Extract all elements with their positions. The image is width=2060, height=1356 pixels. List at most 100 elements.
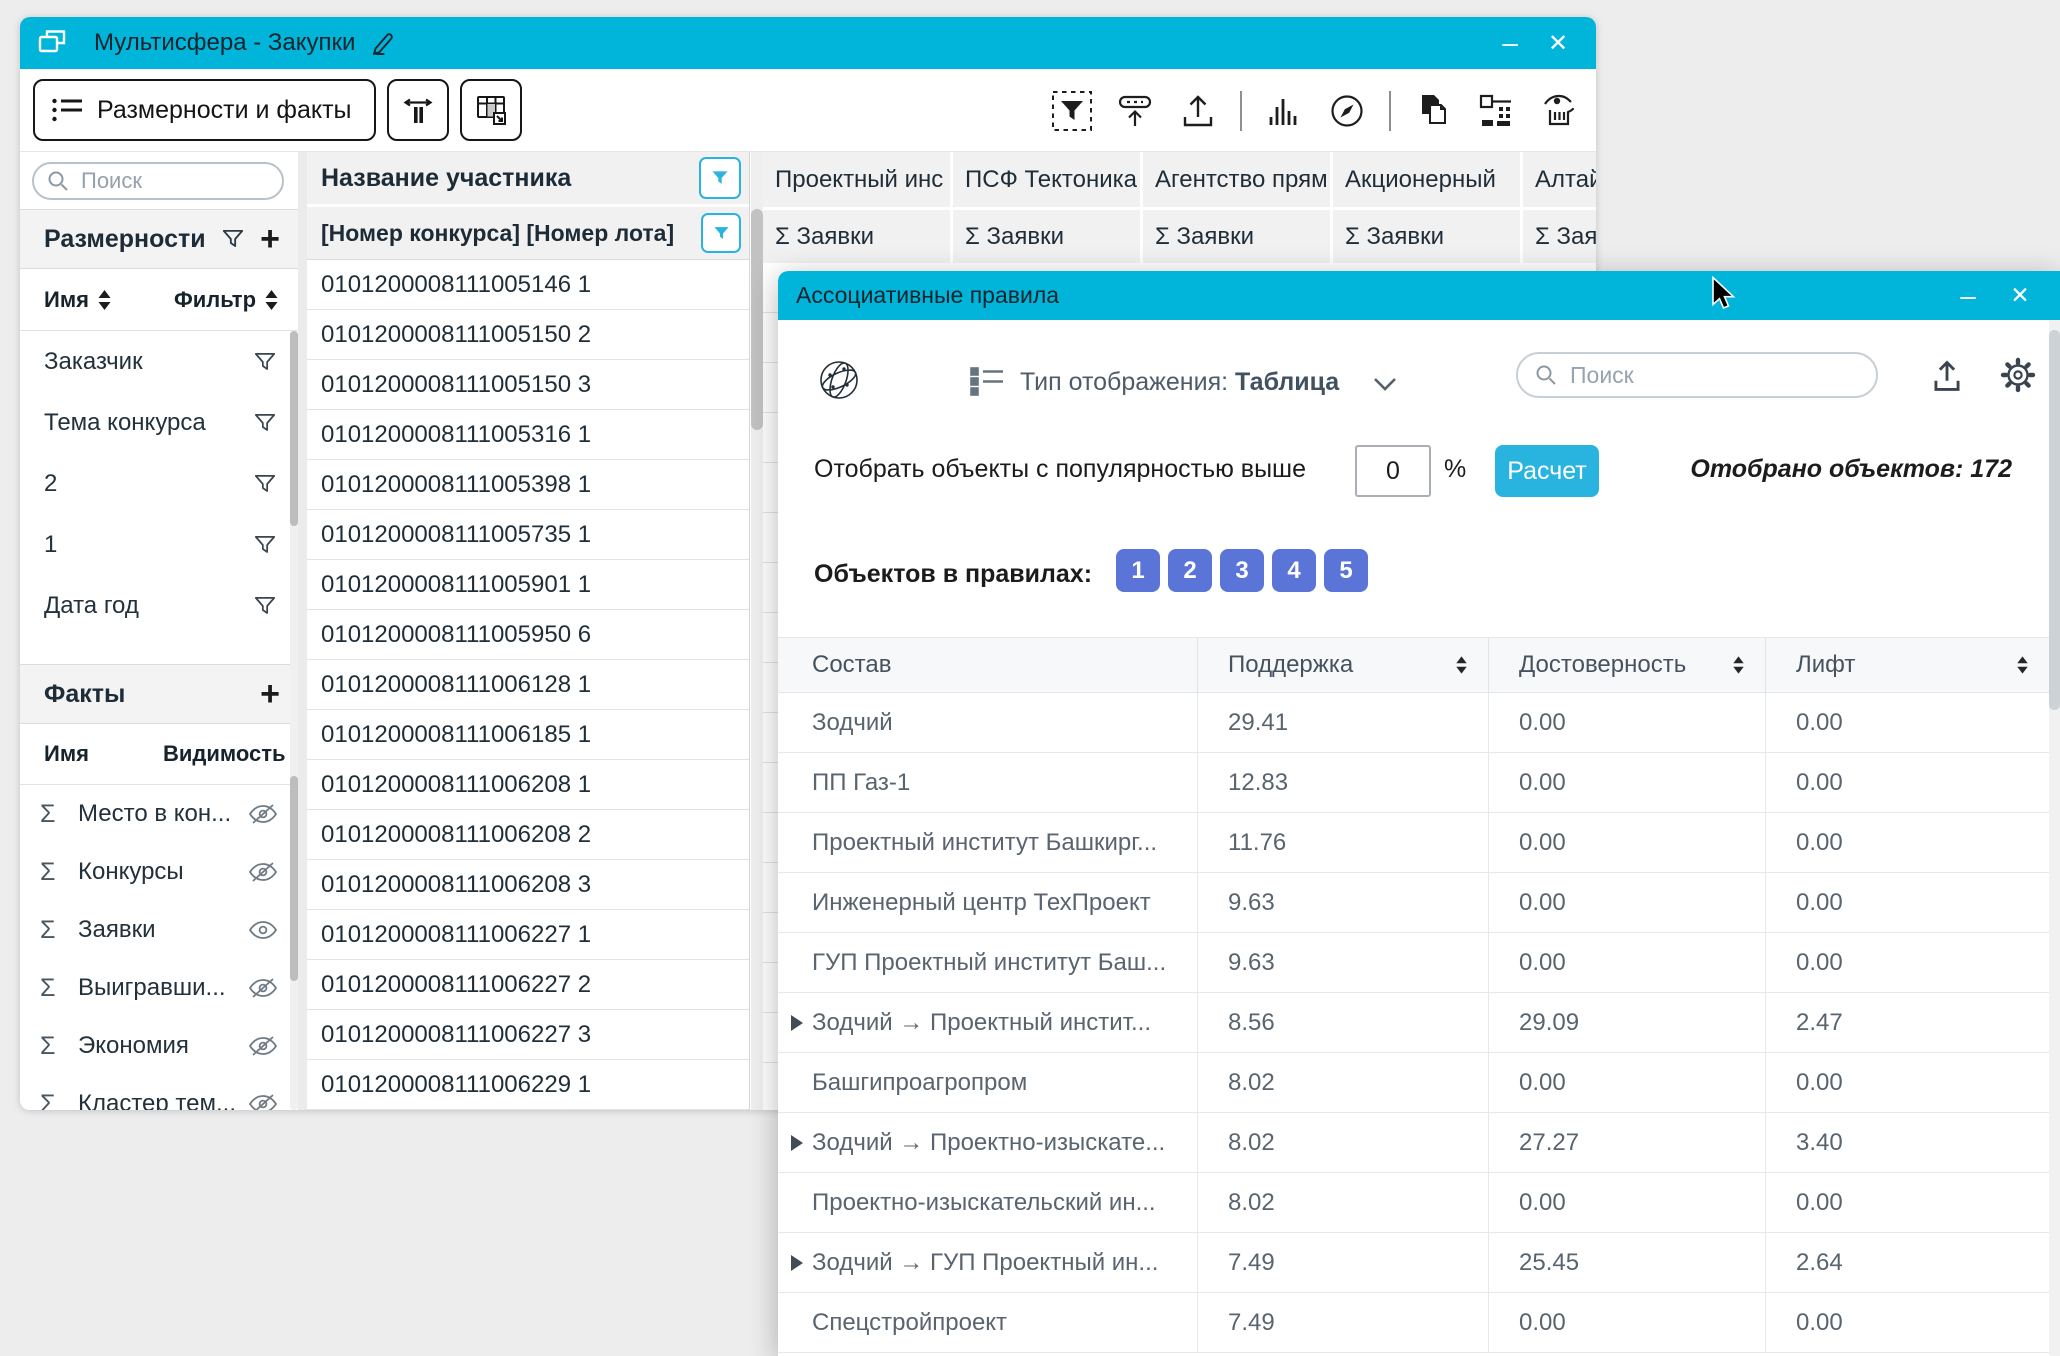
rule-row[interactable]: ПП Газ-1 12.83 0.00 0.00 bbox=[778, 753, 2049, 813]
upload-icon[interactable] bbox=[1177, 90, 1219, 132]
dimension-row[interactable]: Заказчик bbox=[20, 331, 298, 392]
measure-header-cell[interactable]: Σ Заявки bbox=[1143, 210, 1330, 263]
measure-header-cell[interactable]: Σ Заявки bbox=[1523, 210, 1596, 263]
table-row[interactable]: 0101200008111005398 1 bbox=[307, 460, 749, 510]
sidebar-search[interactable] bbox=[32, 162, 284, 200]
column-filter-icon[interactable] bbox=[701, 213, 741, 253]
dialog-minimize-button[interactable]: – bbox=[1948, 271, 1988, 320]
participant-column-header[interactable]: Проектный инс bbox=[763, 152, 950, 207]
facts-scrollbar[interactable] bbox=[290, 776, 298, 1110]
rule-row[interactable]: Проектный институт Башкирг... 11.76 0.00… bbox=[778, 813, 2049, 873]
participant-name-header[interactable]: Название участника bbox=[307, 152, 749, 207]
table-row[interactable]: 0101200008111005150 2 bbox=[307, 310, 749, 360]
fact-row[interactable]: Σ Заявки bbox=[20, 901, 298, 959]
contest-lot-header[interactable]: [Номер конкурса] [Номер лота] bbox=[307, 207, 749, 260]
column-filter-icon[interactable] bbox=[699, 157, 741, 199]
dialog-search[interactable] bbox=[1516, 352, 1878, 398]
fact-row[interactable]: Σ Выигравши... bbox=[20, 959, 298, 1017]
filter-column-header[interactable]: Фильтр bbox=[174, 287, 279, 313]
participant-column-header[interactable]: Алтай bbox=[1523, 152, 1596, 207]
object-count-button[interactable]: 5 bbox=[1324, 549, 1368, 592]
filter-panel-icon[interactable] bbox=[1051, 90, 1093, 132]
gear-icon[interactable] bbox=[1998, 355, 2038, 395]
fact-row[interactable]: Σ Экономия bbox=[20, 1017, 298, 1075]
eye-off-icon[interactable] bbox=[248, 1092, 278, 1110]
copy-report-icon[interactable] bbox=[1412, 90, 1454, 132]
eye-icon[interactable] bbox=[248, 918, 278, 942]
participant-column-header[interactable]: Акционерный bbox=[1333, 152, 1520, 207]
chevron-down-icon[interactable] bbox=[1373, 377, 1397, 392]
object-count-button[interactable]: 4 bbox=[1272, 549, 1316, 592]
dialog-search-input[interactable] bbox=[1568, 361, 1864, 390]
sort-icon[interactable] bbox=[1455, 655, 1468, 675]
table-row[interactable]: 0101200008111005150 3 bbox=[307, 360, 749, 410]
table-row[interactable]: 0101200008111006227 3 bbox=[307, 1010, 749, 1060]
table-row[interactable]: 0101200008111005146 1 bbox=[307, 260, 749, 310]
measure-header-cell[interactable]: Σ Заявки bbox=[953, 210, 1140, 263]
expand-arrow-icon[interactable] bbox=[791, 1255, 803, 1271]
object-count-button[interactable]: 2 bbox=[1168, 549, 1212, 592]
tree-structure-icon[interactable] bbox=[1475, 90, 1517, 132]
filter-funnel-icon[interactable] bbox=[252, 532, 278, 558]
filter-funnel-icon[interactable] bbox=[252, 471, 278, 497]
globe-icon[interactable] bbox=[816, 357, 862, 403]
export-icon[interactable] bbox=[1928, 357, 1966, 395]
display-type-selector[interactable]: Тип отображения: Таблица bbox=[1020, 368, 1339, 397]
dialog-close-button[interactable]: ✕ bbox=[2000, 271, 2040, 320]
fact-row[interactable]: Σ Кластер тем... bbox=[20, 1075, 298, 1110]
rule-row[interactable]: Башгипроагропром 8.02 0.00 0.00 bbox=[778, 1053, 2049, 1113]
table-vertical-scrollbar[interactable] bbox=[751, 152, 763, 1110]
dimensions-scrollbar[interactable] bbox=[290, 331, 298, 786]
sort-icon[interactable] bbox=[2016, 655, 2029, 675]
table-row[interactable]: 0101200008111005950 6 bbox=[307, 610, 749, 660]
add-dimension-button[interactable]: + bbox=[260, 222, 280, 256]
eye-off-icon[interactable] bbox=[248, 976, 278, 1000]
table-row[interactable]: 0101200008111005901 1 bbox=[307, 560, 749, 610]
expand-arrow-icon[interactable] bbox=[791, 1135, 803, 1151]
filter-funnel-icon[interactable] bbox=[252, 410, 278, 436]
composition-column-header[interactable]: Состав bbox=[778, 638, 1198, 692]
name-column-header[interactable]: Имя bbox=[44, 287, 112, 313]
minimize-button[interactable]: – bbox=[1490, 17, 1530, 69]
expand-arrow-icon[interactable] bbox=[791, 1015, 803, 1031]
measure-header-cell[interactable]: Σ Заявки bbox=[1333, 210, 1520, 263]
add-fact-button[interactable]: + bbox=[260, 677, 280, 711]
table-row[interactable]: 0101200008111006227 2 bbox=[307, 960, 749, 1010]
dimension-row[interactable]: 2 bbox=[20, 453, 298, 514]
rule-row[interactable]: Спецстройпроект 7.49 0.00 0.00 bbox=[778, 1293, 2049, 1353]
table-row[interactable]: 0101200008111006208 1 bbox=[307, 760, 749, 810]
rule-row[interactable]: Инженерный центр ТехПроект 9.63 0.00 0.0… bbox=[778, 873, 2049, 933]
participant-column-header[interactable]: Агентство прям bbox=[1143, 152, 1330, 207]
rule-row[interactable]: Зодчий → ГУП Проектный ин... 7.49 25.45 … bbox=[778, 1233, 2049, 1293]
measure-header-cell[interactable]: Σ Заявки bbox=[763, 210, 950, 263]
rule-row[interactable]: Зодчий → Проектный инстит... 8.56 29.09 … bbox=[778, 993, 2049, 1053]
participant-column-header[interactable]: ПСФ Тектоника bbox=[953, 152, 1140, 207]
table-export-button[interactable] bbox=[460, 79, 522, 141]
calculate-button[interactable]: Расчет bbox=[1495, 445, 1599, 497]
dialog-scrollbar[interactable] bbox=[2049, 320, 2060, 1356]
collapse-rows-icon[interactable] bbox=[1114, 90, 1156, 132]
watch-view-icon[interactable] bbox=[1538, 90, 1580, 132]
rule-row[interactable]: ГУП Проектный институт Баш... 9.63 0.00 … bbox=[778, 933, 2049, 993]
bar-chart-icon[interactable] bbox=[1263, 90, 1305, 132]
dimension-row[interactable]: Дата год bbox=[20, 575, 298, 636]
table-row[interactable]: 0101200008111006208 3 bbox=[307, 860, 749, 910]
table-row[interactable]: 0101200008111005316 1 bbox=[307, 410, 749, 460]
table-row[interactable]: 0101200008111005735 1 bbox=[307, 510, 749, 560]
filter-funnel-icon[interactable] bbox=[252, 593, 278, 619]
table-row[interactable]: 0101200008111006208 2 bbox=[307, 810, 749, 860]
confidence-column-header[interactable]: Достоверность bbox=[1489, 638, 1766, 692]
dimension-row[interactable]: 1 bbox=[20, 514, 298, 575]
lift-column-header[interactable]: Лифт bbox=[1766, 638, 2049, 692]
table-row[interactable]: 0101200008111006128 1 bbox=[307, 660, 749, 710]
popularity-input[interactable] bbox=[1355, 445, 1431, 497]
sidebar-search-input[interactable] bbox=[79, 167, 272, 195]
table-row[interactable]: 0101200008111006185 1 bbox=[307, 710, 749, 760]
dimension-row[interactable]: Тема конкурса bbox=[20, 392, 298, 453]
object-count-button[interactable]: 3 bbox=[1220, 549, 1264, 592]
rule-row[interactable]: Проектно-изыскательский ин... 8.02 0.00 … bbox=[778, 1173, 2049, 1233]
edit-title-icon[interactable] bbox=[369, 29, 397, 57]
compass-icon[interactable] bbox=[1326, 90, 1368, 132]
sort-icon[interactable] bbox=[1732, 655, 1745, 675]
dimensions-filter-icon[interactable] bbox=[220, 226, 246, 252]
